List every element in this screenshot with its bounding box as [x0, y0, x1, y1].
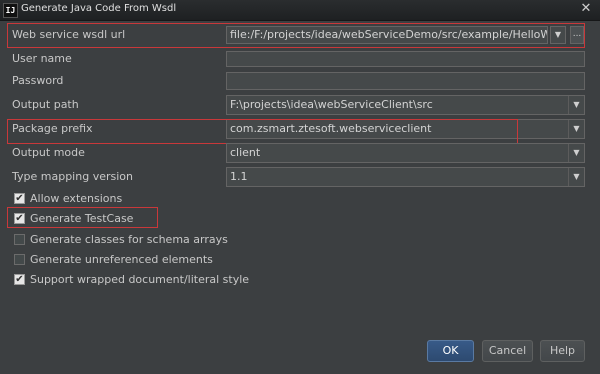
checkbox-checked-icon: ✔: [14, 273, 25, 285]
chevron-down-icon[interactable]: ▼: [568, 96, 584, 114]
package-prefix-highlight-box: [7, 119, 518, 144]
output-path-label: Output path: [12, 98, 79, 111]
help-button[interactable]: Help: [540, 340, 585, 362]
user-name-label: User name: [12, 52, 72, 65]
checkbox-unchecked-icon: [14, 253, 25, 265]
cancel-button[interactable]: Cancel: [482, 340, 533, 362]
type-mapping-version-combo[interactable]: 1.1 ▼: [226, 167, 585, 187]
allow-extensions-checkbox[interactable]: ✔ Allow extensions: [14, 191, 122, 207]
chevron-down-icon[interactable]: ▼: [568, 120, 584, 138]
support-wrapped-style-checkbox[interactable]: ✔ Support wrapped document/literal style: [14, 272, 249, 288]
checkbox-checked-icon: ✔: [14, 192, 25, 204]
output-mode-label: Output mode: [12, 146, 85, 159]
output-path-combo[interactable]: F:\projects\idea\webServiceClient\src ▼: [226, 95, 585, 115]
password-label: Password: [12, 74, 64, 87]
wsdl-url-highlight-box: [7, 23, 585, 48]
ok-button[interactable]: OK: [427, 340, 474, 362]
generate-testcase-highlight-box: [7, 207, 158, 228]
generate-unreferenced-elements-label: Generate unreferenced elements: [30, 253, 213, 266]
chevron-down-icon[interactable]: ▼: [568, 168, 584, 186]
password-input[interactable]: [226, 72, 585, 90]
user-name-input[interactable]: [226, 51, 585, 67]
type-mapping-version-value: 1.1: [230, 170, 248, 183]
output-path-value: F:\projects\idea\webServiceClient\src: [230, 98, 433, 111]
checkbox-unchecked-icon: [14, 233, 25, 245]
generate-schema-arrays-label: Generate classes for schema arrays: [30, 233, 228, 246]
support-wrapped-style-label: Support wrapped document/literal style: [30, 273, 250, 286]
window-title: Generate Java Code From Wsdl: [21, 3, 177, 14]
generate-schema-arrays-checkbox[interactable]: Generate classes for schema arrays: [14, 232, 228, 248]
output-mode-value: client: [230, 146, 261, 159]
output-mode-combo[interactable]: client ▼: [226, 143, 585, 163]
close-icon[interactable]: ✕: [578, 1, 594, 17]
allow-extensions-label: Allow extensions: [30, 192, 123, 205]
generate-unreferenced-elements-checkbox[interactable]: Generate unreferenced elements: [14, 252, 213, 268]
intellij-app-icon: IJ: [3, 3, 18, 18]
window-titlebar: IJ Generate Java Code From Wsdl ✕: [0, 0, 600, 21]
type-mapping-version-label: Type mapping version: [12, 170, 133, 183]
chevron-down-icon[interactable]: ▼: [568, 144, 584, 162]
